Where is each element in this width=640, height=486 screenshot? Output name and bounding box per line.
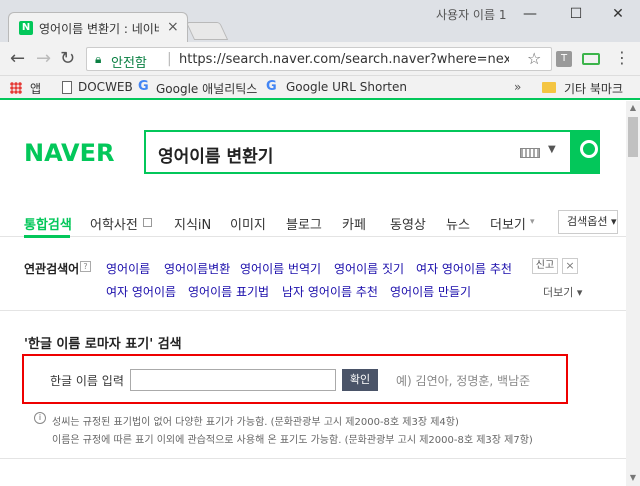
maximize-button[interactable]: ☐	[556, 4, 596, 24]
naver-favicon-icon: N	[19, 21, 33, 35]
bookmark-docweb[interactable]: DOCWEB	[78, 80, 133, 94]
dictionary-popup-icon[interactable]	[143, 218, 152, 227]
bookmark-star-icon[interactable]: ☆	[527, 49, 541, 68]
related-link[interactable]: 영어이름 번역기	[240, 260, 321, 277]
url-separator: |	[167, 51, 172, 67]
search-tabs: 통합검색 어학사전 지식iN 이미지 블로그 카페 동영상 뉴스 더보기 ▾ 검…	[0, 207, 626, 238]
google-icon: G	[266, 79, 277, 94]
info-icon: i	[34, 412, 46, 424]
minimize-button[interactable]: —	[510, 4, 550, 24]
address-bar: ← → ↻ 🔒︎ 안전함 | https://search.naver.com/…	[0, 42, 640, 76]
related-link[interactable]: 영어이름변환	[164, 260, 230, 277]
confirm-button[interactable]: 확인	[342, 369, 378, 391]
chevron-down-icon[interactable]: ▼	[548, 144, 556, 155]
browser-tab[interactable]: N 영어이름 변환기 : 네이버 ×	[8, 12, 188, 42]
name-input-label: 한글 이름 입력	[50, 374, 124, 388]
bookmark-apps[interactable]: 앱	[30, 80, 41, 97]
google-icon: G	[138, 79, 149, 94]
related-link[interactable]: 영어이름	[106, 260, 150, 277]
extension-green-icon[interactable]	[582, 53, 600, 65]
profile-name[interactable]: 사용자 이름 1	[436, 6, 506, 23]
vertical-scrollbar[interactable]: ▲ ▼	[626, 101, 640, 486]
apps-grid-icon[interactable]	[10, 82, 22, 94]
active-tab-indicator	[24, 235, 70, 238]
more-button[interactable]: 더보기 ▾	[543, 284, 582, 300]
info-line-given-name: 이름은 규정에 따른 표기 이외에 관습적으로 사용해 온 표기도 가능함. (…	[52, 435, 533, 446]
tab-integrated[interactable]: 통합검색	[24, 214, 72, 233]
korean-name-input[interactable]	[130, 369, 336, 391]
more-label: 더보기	[543, 286, 574, 299]
converter-title: '한글 이름 로마자 표기' 검색	[24, 337, 182, 352]
divider	[0, 310, 626, 311]
divider	[0, 458, 626, 459]
title-bar: N 영어이름 변환기 : 네이버 × 사용자 이름 1 — ☐ ✕	[0, 0, 640, 42]
naver-page: NAVER 영어이름 변환기 ▼ 통합검색 어학사전 지식iN 이미지 블로그 …	[0, 101, 626, 486]
forward-arrow-icon[interactable]: →	[36, 49, 51, 69]
related-link[interactable]: 영어이름 표기법	[188, 283, 269, 300]
related-link[interactable]: 여자 영어이름	[106, 283, 176, 300]
menu-dots-icon[interactable]: ⋮	[614, 48, 630, 67]
keyboard-icon[interactable]	[520, 148, 540, 158]
folder-icon	[542, 82, 556, 93]
tab-title: 영어이름 변환기 : 네이버	[39, 22, 159, 36]
tab-kin[interactable]: 지식iN	[174, 214, 211, 233]
bookmarks-bar: 앱 DOCWEB G Google 애널리틱스 G Google URL Sho…	[0, 76, 640, 100]
info-line-surname: 성씨는 규정된 표기법이 없어 다양한 표기가 가능함. (문화관광부 고시 제…	[52, 417, 459, 428]
page-icon	[62, 81, 72, 94]
help-icon[interactable]: ?	[80, 261, 91, 272]
related-searches-title: 연관검색어	[24, 262, 80, 276]
tab-more[interactable]: 더보기	[490, 214, 526, 233]
scroll-thumb[interactable]	[628, 117, 638, 157]
chevron-down-icon: ▾	[530, 217, 535, 227]
tab-dictionary[interactable]: 어학사전	[90, 214, 138, 233]
bookmarks-overflow-icon[interactable]: »	[514, 80, 521, 94]
search-input[interactable]: 영어이름 변환기	[158, 142, 273, 167]
search-options-button[interactable]: 검색옵션 ▾	[558, 210, 618, 234]
tab-images[interactable]: 이미지	[230, 214, 266, 233]
bookmark-google-url[interactable]: Google URL Shorten	[286, 80, 407, 94]
related-link[interactable]: 여자 영어이름 추천	[416, 260, 512, 277]
lock-icon: 🔒︎	[95, 52, 102, 66]
url-text: https://search.naver.com/search.naver?wh…	[179, 52, 509, 67]
reload-icon[interactable]: ↻	[60, 49, 75, 69]
converter-form: 한글 이름 입력 확인 예) 김연아, 정명훈, 백남준	[22, 354, 568, 404]
url-input[interactable]: 🔒︎ 안전함 | https://search.naver.com/search…	[86, 47, 552, 71]
tab-video[interactable]: 동영상	[390, 214, 426, 233]
secure-label: 안전함	[111, 56, 147, 71]
tab-close-icon[interactable]: ×	[167, 19, 179, 35]
related-link[interactable]: 남자 영어이름 추천	[282, 283, 378, 300]
search-box: 영어이름 변환기 ▼	[144, 130, 600, 174]
scroll-down-icon[interactable]: ▼	[626, 473, 640, 482]
example-text: 예) 김연아, 정명훈, 백남준	[396, 374, 531, 388]
bookmark-other[interactable]: 기타 북마크	[564, 80, 623, 97]
bookmark-google-analytics[interactable]: Google 애널리틱스	[156, 80, 257, 97]
tab-blog[interactable]: 블로그	[286, 214, 322, 233]
extension-t-icon[interactable]: T	[556, 51, 572, 67]
scroll-up-icon[interactable]: ▲	[626, 103, 640, 112]
related-link[interactable]: 영어이름 짓기	[334, 260, 404, 277]
search-icon[interactable]	[580, 140, 598, 158]
related-link[interactable]: 영어이름 만들기	[390, 283, 471, 300]
new-tab-button[interactable]	[185, 22, 229, 40]
close-window-button[interactable]: ✕	[598, 4, 638, 24]
close-icon[interactable]: ×	[562, 258, 578, 274]
search-options-label: 검색옵션	[567, 215, 608, 228]
tab-news[interactable]: 뉴스	[446, 214, 470, 233]
report-button[interactable]: 신고	[532, 258, 558, 274]
back-arrow-icon[interactable]: ←	[10, 49, 25, 69]
tab-cafe[interactable]: 카페	[342, 214, 366, 233]
naver-logo[interactable]: NAVER	[24, 139, 114, 167]
